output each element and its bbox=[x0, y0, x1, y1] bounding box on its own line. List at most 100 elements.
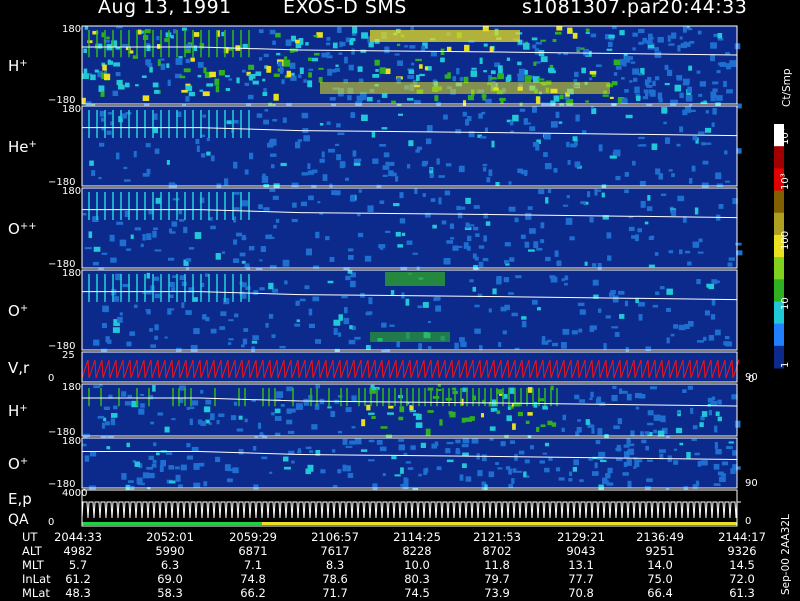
spectrogram-stripe bbox=[232, 192, 234, 220]
spectrogram-cell bbox=[524, 75, 532, 83]
spectrogram-cell bbox=[382, 473, 386, 477]
spectrogram-cell bbox=[321, 151, 325, 158]
spectrogram-cell bbox=[193, 463, 200, 470]
spectrogram-cell bbox=[474, 304, 480, 308]
spectrogram-cell bbox=[197, 74, 202, 78]
spectrogram-cell bbox=[261, 456, 268, 460]
spectrogram-cell bbox=[281, 79, 285, 85]
spectrogram-stripe bbox=[104, 192, 106, 220]
spectrogram-cell bbox=[279, 66, 284, 74]
spectrogram-cell bbox=[621, 76, 625, 80]
spectrogram-stripe bbox=[192, 110, 194, 138]
spectrogram-cell bbox=[536, 426, 540, 432]
spectrogram-cell bbox=[704, 310, 710, 316]
spectrogram-cell bbox=[275, 218, 280, 223]
spectrogram-cell bbox=[634, 86, 640, 94]
spectrogram-cell bbox=[397, 244, 403, 248]
spectrogram-cell bbox=[462, 111, 467, 117]
spectrogram-cell bbox=[534, 48, 540, 55]
spectrogram-cell bbox=[580, 201, 586, 205]
species-label: H+ bbox=[8, 402, 28, 420]
table-cell: 72.0 bbox=[729, 572, 755, 586]
spectrogram-cell bbox=[119, 239, 127, 247]
spectrogram-cell bbox=[389, 324, 395, 327]
spectrogram-cell bbox=[91, 170, 96, 176]
spectrogram-cell bbox=[549, 70, 556, 74]
spectrogram-cell bbox=[605, 480, 609, 484]
spectrogram-cell bbox=[171, 221, 178, 227]
spectrogram-cell bbox=[520, 234, 526, 239]
spectrogram-cell bbox=[489, 438, 494, 441]
spectrogram-cell bbox=[377, 99, 381, 103]
spectrogram-cell bbox=[548, 457, 553, 461]
spectrogram-cell bbox=[191, 400, 199, 406]
spectrogram-cell bbox=[692, 241, 700, 248]
spectrogram-stripe bbox=[152, 110, 154, 138]
spectrogram-cell bbox=[241, 260, 246, 264]
spectrogram-cell bbox=[497, 73, 504, 80]
panel-1 bbox=[81, 105, 742, 192]
spectrogram-cell bbox=[589, 77, 593, 81]
spectrogram-cell bbox=[687, 86, 693, 93]
spectrogram-cell bbox=[427, 410, 434, 413]
spectrogram-cell bbox=[99, 384, 103, 387]
spectrogram-cell bbox=[259, 432, 264, 435]
spectrogram-cell bbox=[542, 407, 549, 410]
spectrogram-cell bbox=[94, 69, 99, 73]
spectrogram-cell bbox=[606, 232, 612, 239]
spectrogram-cell bbox=[726, 89, 733, 94]
spectrogram-cell bbox=[307, 57, 312, 61]
spectrogram-cell bbox=[488, 169, 493, 177]
spectrogram-cell bbox=[241, 344, 245, 348]
spectrogram-cell bbox=[665, 137, 671, 144]
spectrogram-cell bbox=[624, 89, 629, 93]
spectrogram-cell bbox=[454, 342, 459, 349]
spectrogram-cell bbox=[407, 467, 414, 470]
spectrogram-cell bbox=[345, 177, 350, 181]
spectrogram-cell bbox=[556, 261, 561, 266]
spectrogram-cell bbox=[524, 459, 530, 464]
spectrogram-cell bbox=[197, 61, 204, 68]
spectrogram-stripe bbox=[152, 30, 154, 58]
spectrogram-cell bbox=[596, 396, 602, 402]
spectrogram-cell bbox=[82, 443, 87, 447]
spectrogram-cell bbox=[666, 307, 671, 312]
spectrogram-cell bbox=[561, 427, 565, 433]
spectrogram-cell bbox=[553, 168, 558, 173]
spectrogram-cell bbox=[179, 75, 186, 79]
spectrogram-cell bbox=[696, 70, 701, 74]
spectrogram-cell bbox=[314, 52, 320, 56]
spectrogram-cell bbox=[127, 394, 132, 398]
spectrogram-cell bbox=[490, 70, 496, 75]
spectrogram-cell bbox=[642, 96, 648, 100]
spectrogram-cell bbox=[332, 69, 337, 73]
spectrogram-cell bbox=[357, 213, 361, 217]
spectrogram-cell bbox=[654, 47, 660, 52]
table-cell: 69.0 bbox=[157, 572, 183, 586]
spectrogram-cell bbox=[399, 406, 405, 413]
spectrogram-cell bbox=[425, 138, 432, 145]
spectrogram-cell bbox=[296, 319, 300, 323]
spectrogram-cell bbox=[488, 308, 492, 313]
spectrogram-cell bbox=[504, 304, 510, 311]
spectrogram-cell bbox=[280, 162, 287, 167]
spectrogram-cell bbox=[589, 397, 593, 401]
spectrogram-cell bbox=[178, 219, 185, 222]
spectrogram-cell bbox=[461, 463, 467, 468]
spectrogram-cell bbox=[185, 310, 192, 315]
species-label: O+ bbox=[8, 455, 28, 473]
spectrogram-cell bbox=[590, 33, 597, 38]
table-cell: 2121:53 bbox=[473, 530, 521, 544]
spectrogram-cell bbox=[407, 75, 415, 80]
spectrogram-cell bbox=[338, 332, 342, 337]
spectrogram-cell bbox=[379, 200, 385, 204]
spectrogram-cell bbox=[555, 467, 561, 472]
spectrogram-cell bbox=[446, 240, 453, 244]
spectrogram-cell bbox=[274, 416, 282, 421]
spectrogram-cell bbox=[193, 45, 198, 52]
spectrogram-cell bbox=[710, 400, 718, 406]
spectrogram-cell bbox=[265, 234, 273, 240]
table-cell: 79.7 bbox=[484, 572, 510, 586]
spectrogram-stripe bbox=[216, 192, 218, 220]
spectrogram-cell bbox=[224, 178, 229, 186]
